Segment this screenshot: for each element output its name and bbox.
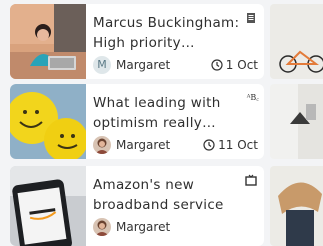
tv-icon	[245, 174, 257, 186]
card-date: 11 Oct	[203, 137, 258, 153]
clock-icon	[211, 59, 223, 71]
content-card[interactable]: Marcus Buckingham: High priority interru…	[10, 4, 264, 79]
date-text: 1 Oct	[225, 58, 258, 72]
avatar	[93, 218, 111, 236]
card-thumbnail	[10, 84, 86, 159]
card-date: 1 Oct	[211, 57, 258, 73]
avatar: M	[93, 56, 111, 74]
content-card[interactable]: Amazon's new broadband service Margaret	[10, 166, 264, 246]
author-name: Margaret	[116, 220, 171, 234]
card-title[interactable]: What leading with optimism really looks.…	[93, 93, 253, 133]
content-card[interactable]: What leading with optimism really looks.…	[10, 84, 264, 159]
clock-icon	[203, 139, 215, 151]
date-text: 11 Oct	[218, 138, 258, 152]
author-name: Margaret	[116, 138, 171, 152]
document-icon	[247, 13, 255, 23]
card-meta: Margaret 11 Oct	[93, 136, 258, 154]
card-title[interactable]: Marcus Buckingham: High priority interru…	[93, 13, 253, 53]
card-meta: M Margaret 1 Oct	[93, 56, 258, 74]
card-thumbnail	[10, 4, 86, 79]
next-card-thumbnail[interactable]	[270, 166, 323, 246]
card-thumbnail	[10, 166, 86, 246]
avatar	[93, 136, 111, 154]
author-name: Margaret	[116, 58, 171, 72]
text-style-icon: ᴬB꜀	[246, 93, 259, 102]
next-card-thumbnail[interactable]	[270, 84, 323, 159]
card-title[interactable]: Amazon's new broadband service	[93, 175, 253, 215]
next-card-thumbnail[interactable]	[270, 4, 323, 79]
card-meta: Margaret	[93, 218, 258, 236]
